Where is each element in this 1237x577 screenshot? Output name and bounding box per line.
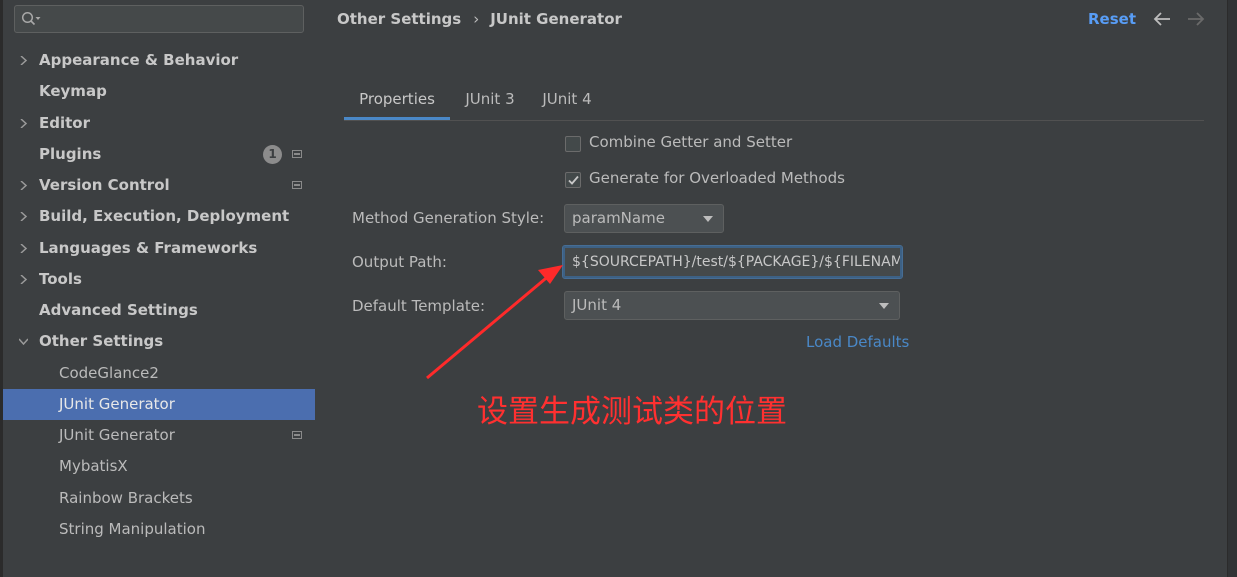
annotation-arrow — [426, 265, 563, 380]
annotation-text: 设置生成测试类的位置 — [477, 394, 787, 430]
